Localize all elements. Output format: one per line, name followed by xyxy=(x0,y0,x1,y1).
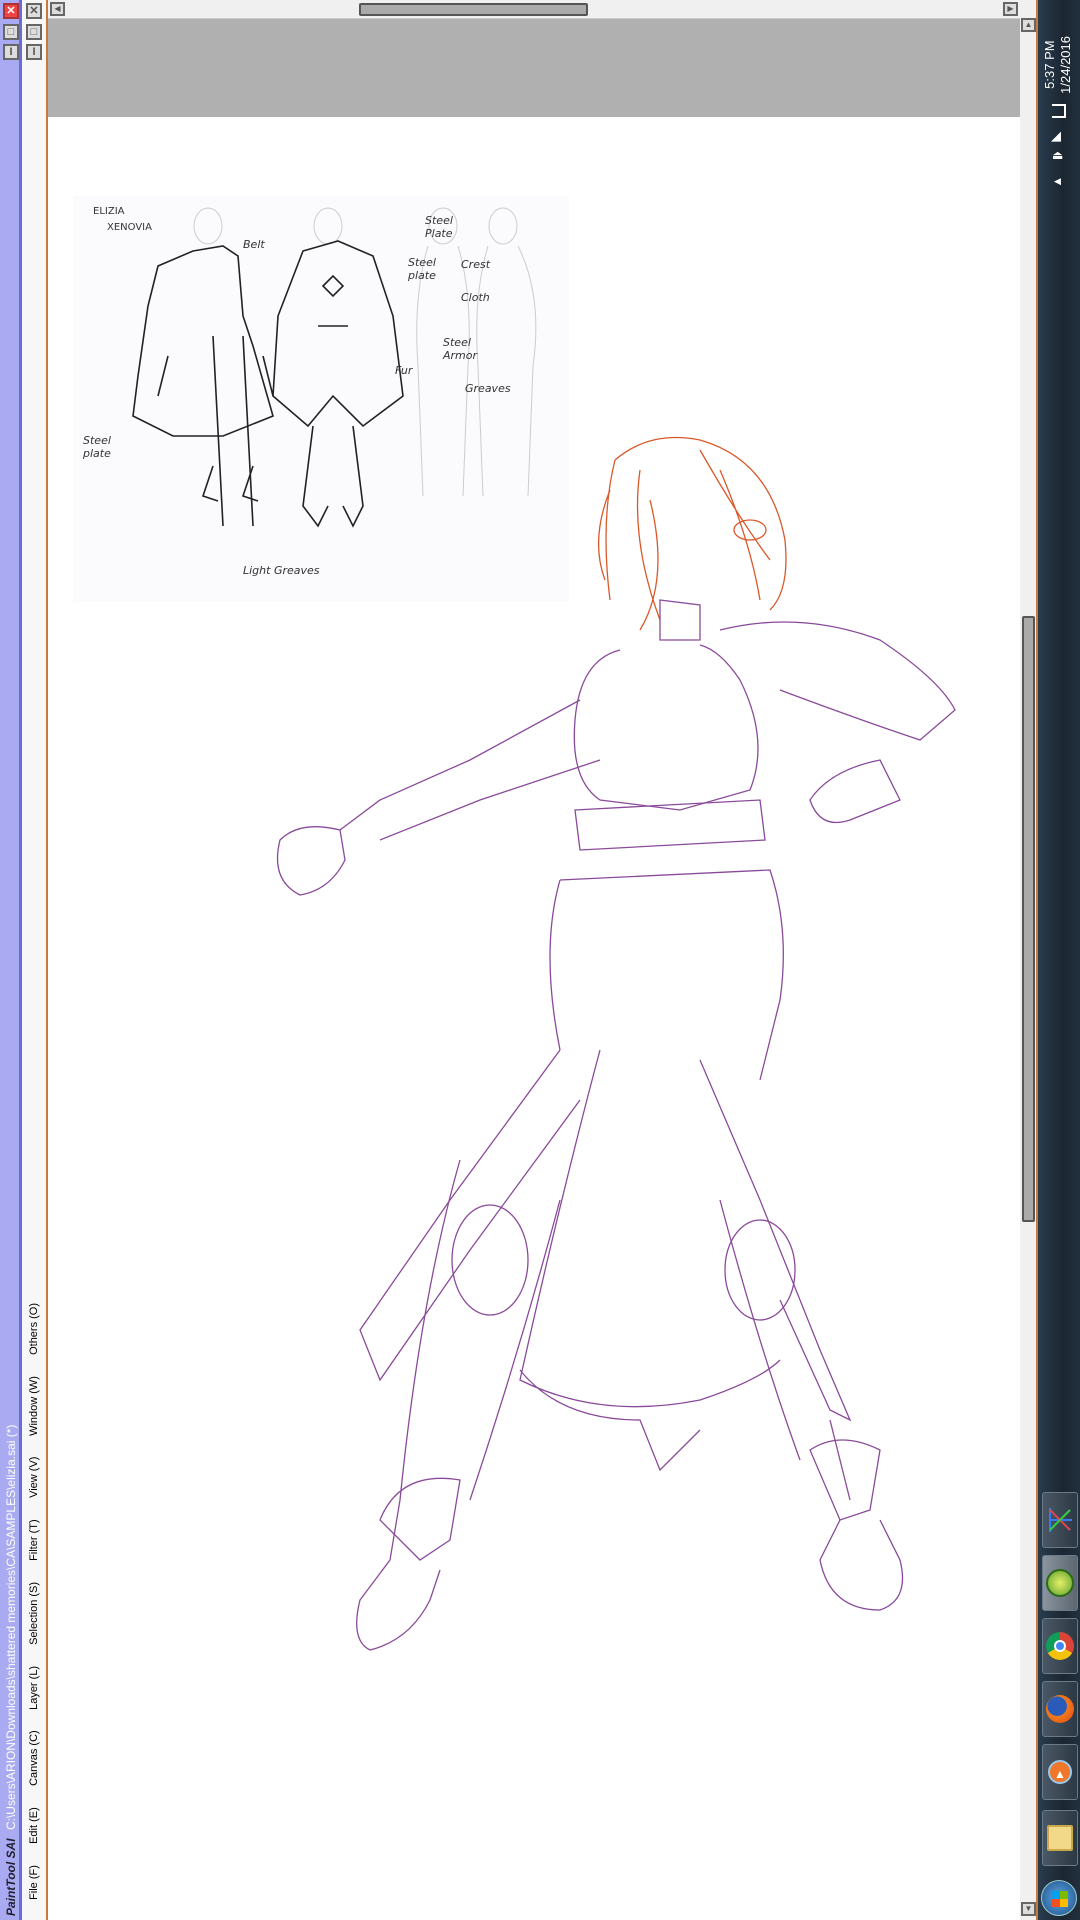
painttool-sai-icon[interactable] xyxy=(1042,1555,1078,1611)
taskbar: 5:37 PM 1/24/2016 ◢ ⏏ ◀ ▲ xyxy=(1038,0,1080,1920)
vertical-scrollbar[interactable]: ▲ ▼ xyxy=(1020,0,1038,1920)
volume-icon[interactable]: ◢ xyxy=(1051,128,1061,144)
scroll-down-button[interactable]: ▼ xyxy=(1021,1902,1036,1916)
clock-time: 5:37 PM xyxy=(1042,40,1057,90)
network-icon[interactable] xyxy=(1052,104,1066,118)
uploader-icon[interactable]: ▲ xyxy=(1042,1744,1078,1800)
app-x-icon[interactable] xyxy=(1042,1492,1078,1548)
clock[interactable]: 5:37 PM 1/24/2016 xyxy=(1042,36,1074,94)
file-explorer-icon[interactable] xyxy=(1042,1810,1078,1866)
vertical-scroll-thumb[interactable] xyxy=(1022,616,1035,1222)
hair-lines xyxy=(597,436,787,631)
chrome-icon[interactable] xyxy=(1042,1618,1078,1674)
start-button[interactable] xyxy=(1041,1880,1077,1916)
firefox-icon[interactable] xyxy=(1042,1681,1078,1737)
scroll-up-button[interactable]: ▲ xyxy=(1021,18,1036,32)
character-lineart xyxy=(276,436,956,1651)
body-lines xyxy=(276,599,956,1651)
show-hidden-icon[interactable]: ◀ xyxy=(1054,176,1061,187)
eject-icon[interactable]: ⏏ xyxy=(1052,148,1063,162)
clock-date: 1/24/2016 xyxy=(1058,36,1073,94)
